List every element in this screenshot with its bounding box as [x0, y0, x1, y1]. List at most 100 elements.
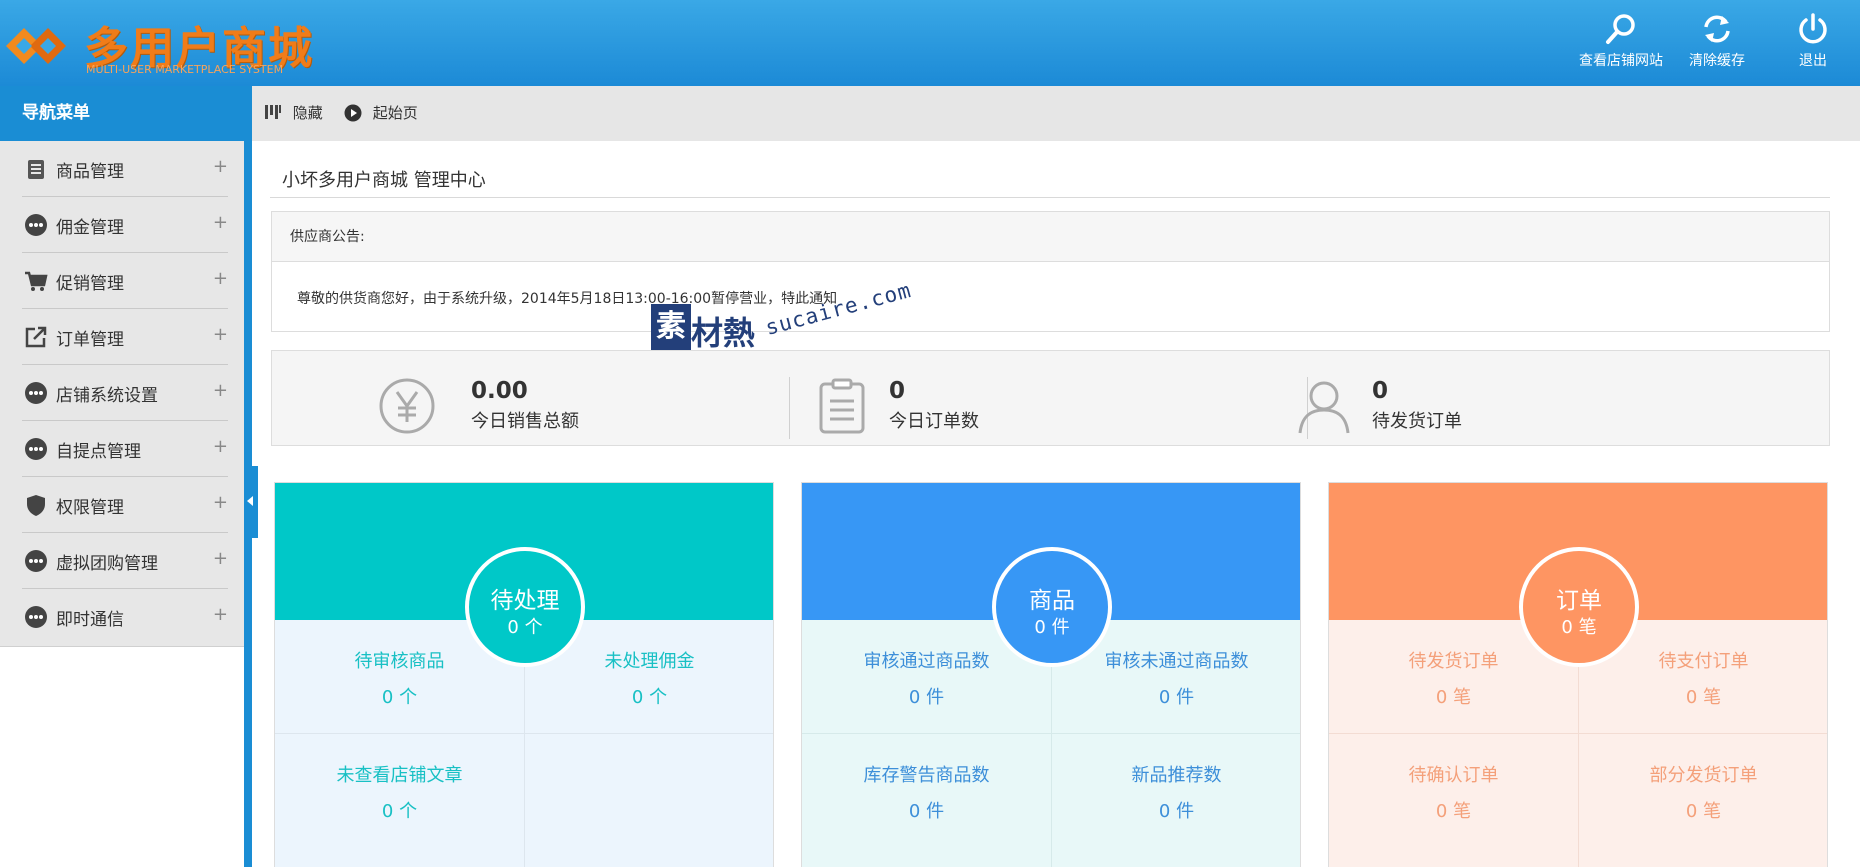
- sidebar-item-commission[interactable]: 佣金管理 +: [22, 197, 228, 253]
- pending-card: 待审核商品 0 个 未处理佣金 0 个 未查看店铺文章 0 个 待处理 0 个: [274, 482, 774, 867]
- sidebar-item-promotion[interactable]: 促销管理 +: [22, 253, 228, 309]
- dots-icon: [25, 550, 47, 572]
- toolbar: 隐藏 起始页: [252, 86, 1860, 141]
- notice-heading: 供应商公告:: [272, 212, 1829, 262]
- cell-value: 0 件: [908, 687, 945, 708]
- view-store-button[interactable]: 查看店铺网站: [1573, 10, 1669, 76]
- sidebar-item-group-buy[interactable]: 虚拟团购管理 +: [22, 533, 228, 589]
- card-count: 0 个: [507, 617, 543, 638]
- expand-icon: +: [212, 156, 228, 177]
- dots-icon: [25, 382, 47, 404]
- sidebar-item-permissions[interactable]: 权限管理 +: [22, 477, 228, 533]
- hide-menu-label: 隐藏: [292, 104, 323, 122]
- card-title: 待处理: [490, 588, 560, 614]
- site-logo[interactable]: 多用户商城 MULTI-USER MARKETPLACE SYSTEM: [0, 6, 320, 82]
- logout-label: 退出: [1799, 53, 1827, 69]
- sidebar-item-label: 即时通信: [56, 610, 124, 630]
- card-count: 0 笔: [1561, 617, 1597, 638]
- clipboard-icon: [28, 160, 44, 179]
- nav-title: 导航菜单: [0, 86, 244, 141]
- stat-label: 今日订单数: [889, 411, 979, 432]
- cell-label: 新品推荐数: [1131, 765, 1222, 786]
- clear-cache-button[interactable]: 清除缓存: [1669, 10, 1765, 76]
- stat-label: 今日销售总额: [471, 411, 579, 432]
- orders-circle[interactable]: 订单 0 笔: [1519, 547, 1639, 667]
- power-icon: [1799, 13, 1827, 44]
- expand-icon: +: [212, 268, 228, 289]
- home-page-button[interactable]: 起始页: [344, 102, 418, 126]
- play-icon: [344, 104, 362, 121]
- page-title: 小坏多用户商城 管理中心: [282, 170, 486, 191]
- sidebar-item-label: 佣金管理: [56, 218, 124, 238]
- stat-label: 待发货订单: [1372, 411, 1462, 432]
- today-stats: 0.00 今日销售总额 0 今日订单数 0 待发货订单: [271, 350, 1830, 446]
- cart-icon: [25, 271, 48, 291]
- cell-value: 0 笔: [1685, 687, 1722, 708]
- sidebar-item-messaging[interactable]: 即时通信 +: [22, 589, 228, 645]
- card-count: 0 件: [1034, 617, 1070, 638]
- supplier-notice: 供应商公告: 尊敬的供货商您好，由于系统升级，2014年5月18日13:00-1…: [271, 211, 1830, 332]
- unread-articles-cell[interactable]: 未查看店铺文章 0 个: [275, 734, 524, 847]
- view-store-label: 查看店铺网站: [1579, 53, 1663, 69]
- columns-icon: [265, 104, 281, 119]
- watermark-cn: 材熱: [691, 314, 756, 352]
- user-icon: [1298, 381, 1350, 434]
- cell-value: 0 笔: [1435, 801, 1472, 822]
- expand-icon: +: [212, 324, 228, 345]
- watermark: 素 材熱 sucaire.com: [651, 278, 914, 368]
- new-recommend-cell[interactable]: 新品推荐数 0 件: [1052, 734, 1300, 847]
- cell-label: 待确认订单: [1408, 765, 1499, 786]
- cell-value: 0 个: [381, 687, 418, 708]
- cell-value: 0 笔: [1685, 801, 1722, 822]
- dots-icon: [25, 438, 47, 460]
- export-icon: [25, 326, 47, 348]
- sidebar-item-label: 店铺系统设置: [56, 386, 158, 406]
- stat-value: 0.00: [471, 378, 528, 404]
- cell-value: 0 笔: [1435, 687, 1472, 708]
- notice-body: 尊敬的供货商您好，由于系统升级，2014年5月18日13:00-16:00暂停营…: [297, 291, 838, 307]
- stat-value: 0: [1372, 378, 1389, 404]
- sidebar-item-label: 订单管理: [56, 330, 124, 350]
- expand-icon: +: [212, 492, 228, 513]
- cell-value: 0 个: [381, 801, 418, 822]
- sidebar-item-label: 促销管理: [56, 274, 124, 294]
- pending-circle[interactable]: 待处理 0 个: [465, 547, 585, 667]
- dots-icon: [25, 606, 47, 628]
- sidebar-item-label: 权限管理: [56, 498, 124, 518]
- expand-icon: +: [212, 436, 228, 457]
- stat-value: 0: [889, 378, 906, 404]
- yen-icon: [379, 378, 435, 434]
- cell-value: 0 件: [1158, 801, 1195, 822]
- sidebar-item-label: 商品管理: [56, 162, 124, 182]
- watermark-box: 素: [651, 304, 691, 350]
- cell-label: 部分发货订单: [1649, 765, 1758, 786]
- home-page-label: 起始页: [372, 104, 418, 122]
- cell-value: 0 件: [1158, 687, 1195, 708]
- logo-mark-icon: [6, 28, 66, 64]
- to-confirm-orders-cell[interactable]: 待确认订单 0 笔: [1329, 734, 1578, 847]
- sidebar-item-store-settings[interactable]: 店铺系统设置 +: [22, 365, 228, 421]
- main-content: 小坏多用户商城 管理中心 供应商公告: 尊敬的供货商您好，由于系统升级，2014…: [252, 141, 1860, 867]
- orders-card: 待发货订单 0 笔 待支付订单 0 笔 待确认订单 0 笔 部分发货订单 0 笔…: [1328, 482, 1828, 867]
- clipboard-icon: [819, 378, 865, 434]
- sidebar-item-products[interactable]: 商品管理 +: [22, 141, 228, 197]
- sidebar-item-pickup[interactable]: 自提点管理 +: [22, 421, 228, 477]
- products-card: 审核通过商品数 0 件 审核未通过商品数 0 件 库存警告商品数 0 件 新品推…: [801, 482, 1301, 867]
- empty-cell: [525, 734, 773, 847]
- sidebar-item-label: 自提点管理: [56, 442, 141, 462]
- cell-value: 0 个: [631, 687, 668, 708]
- sidebar: 导航菜单 商品管理 + 佣金管理 + 促销管理 + 订单管理 + 店铺系统设置 …: [0, 86, 244, 867]
- cell-label: 未查看店铺文章: [336, 765, 463, 786]
- nav-menu: 商品管理 + 佣金管理 + 促销管理 + 订单管理 + 店铺系统设置 + 自提点…: [0, 141, 244, 647]
- hide-menu-button[interactable]: 隐藏: [264, 102, 323, 126]
- search-icon: [1606, 14, 1635, 44]
- dots-icon: [25, 214, 47, 236]
- partial-shipped-orders-cell[interactable]: 部分发货订单 0 笔: [1579, 734, 1827, 847]
- sidebar-item-orders[interactable]: 订单管理 +: [22, 309, 228, 365]
- low-stock-cell[interactable]: 库存警告商品数 0 件: [802, 734, 1051, 847]
- products-circle[interactable]: 商品 0 件: [992, 547, 1112, 667]
- cell-label: 库存警告商品数: [863, 765, 990, 786]
- stat-pending-ship: 0 待发货订单: [1298, 351, 1827, 447]
- logo-subtitle: MULTI-USER MARKETPLACE SYSTEM: [86, 63, 284, 76]
- logout-button[interactable]: 退出: [1765, 10, 1860, 76]
